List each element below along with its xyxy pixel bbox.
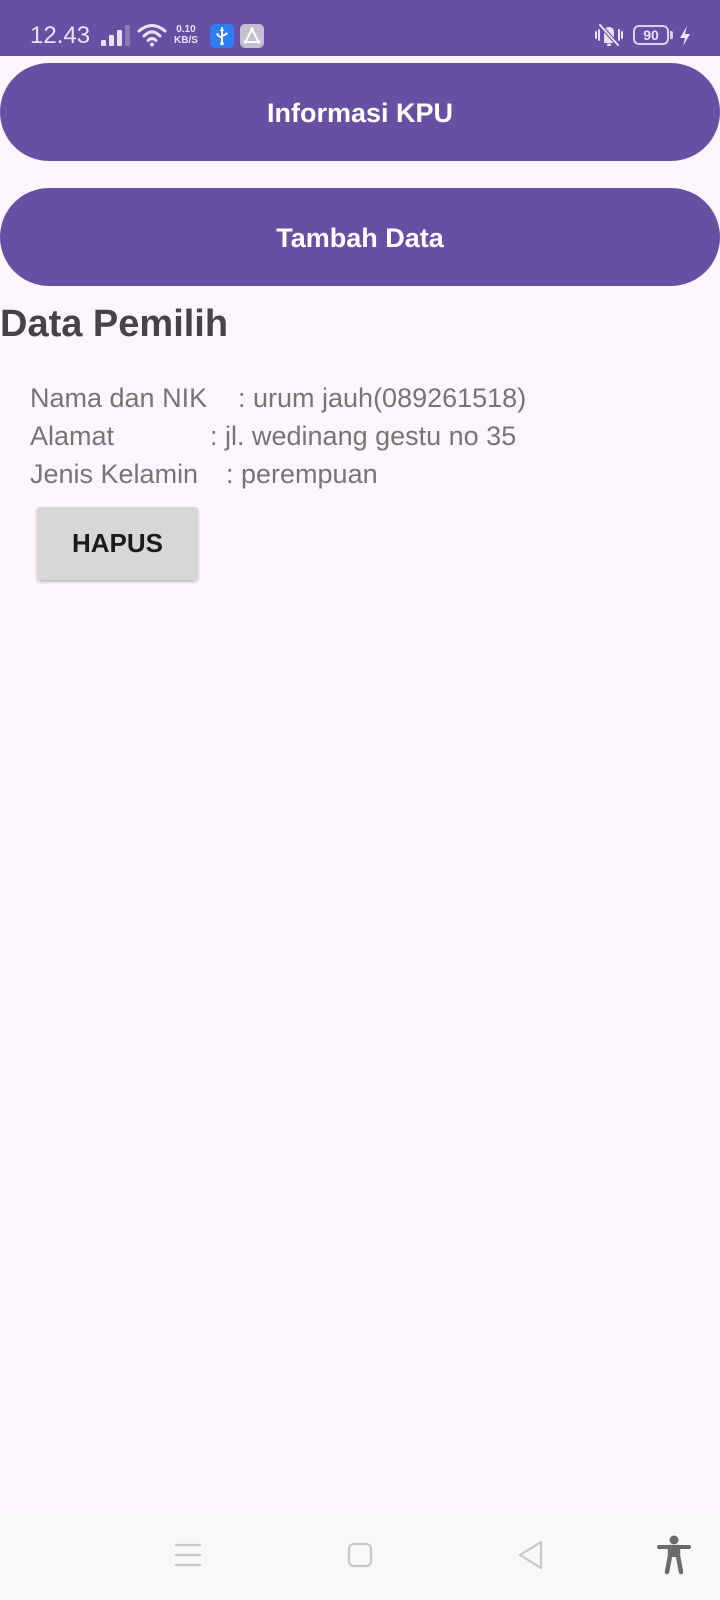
app-notification-icon: [240, 24, 264, 48]
status-bar: 12.43 0.10 KB/S 90: [0, 0, 720, 56]
record-gender-value: : perempuan: [226, 459, 378, 489]
usb-icon: [210, 24, 234, 48]
record-name-label: Nama dan NIK: [30, 383, 208, 413]
menu-icon[interactable]: [174, 1541, 202, 1569]
home-icon[interactable]: [346, 1541, 374, 1569]
record-gender-row: Jenis Kelamin : perempuan: [30, 455, 590, 493]
network-speed-unit: KB/S: [174, 35, 198, 46]
back-icon[interactable]: [516, 1539, 546, 1571]
battery-icon: 90: [633, 25, 669, 45]
status-time: 12.43: [30, 22, 91, 49]
informasi-kpu-button[interactable]: Informasi KPU: [0, 63, 720, 161]
battery-tip: [670, 31, 673, 39]
record-gender-label: Jenis Kelamin: [30, 459, 199, 489]
record-address-label: Alamat: [30, 421, 115, 451]
vibrate-off-icon: [595, 23, 623, 47]
accessibility-icon[interactable]: [656, 1535, 692, 1575]
record-name-row: Nama dan NIK : urum jauh(089261518): [30, 379, 590, 417]
network-speed-value: 0.10: [176, 24, 196, 35]
wifi-icon: [137, 24, 167, 47]
record-name-value: : urum jauh(089261518): [238, 383, 527, 413]
signal-icon: [101, 25, 130, 46]
page-title: Data Pemilih: [0, 303, 229, 345]
record-address-row: Alamat : jl. wedinang gestu no 35: [30, 417, 590, 455]
network-speed: 0.10 KB/S: [174, 24, 198, 46]
tambah-data-button[interactable]: Tambah Data: [0, 188, 720, 286]
hapus-button[interactable]: HAPUS: [37, 507, 198, 580]
record-address-value: : jl. wedinang gestu no 35: [210, 421, 517, 451]
charging-icon: [680, 26, 690, 46]
navigation-bar: [0, 1512, 720, 1600]
